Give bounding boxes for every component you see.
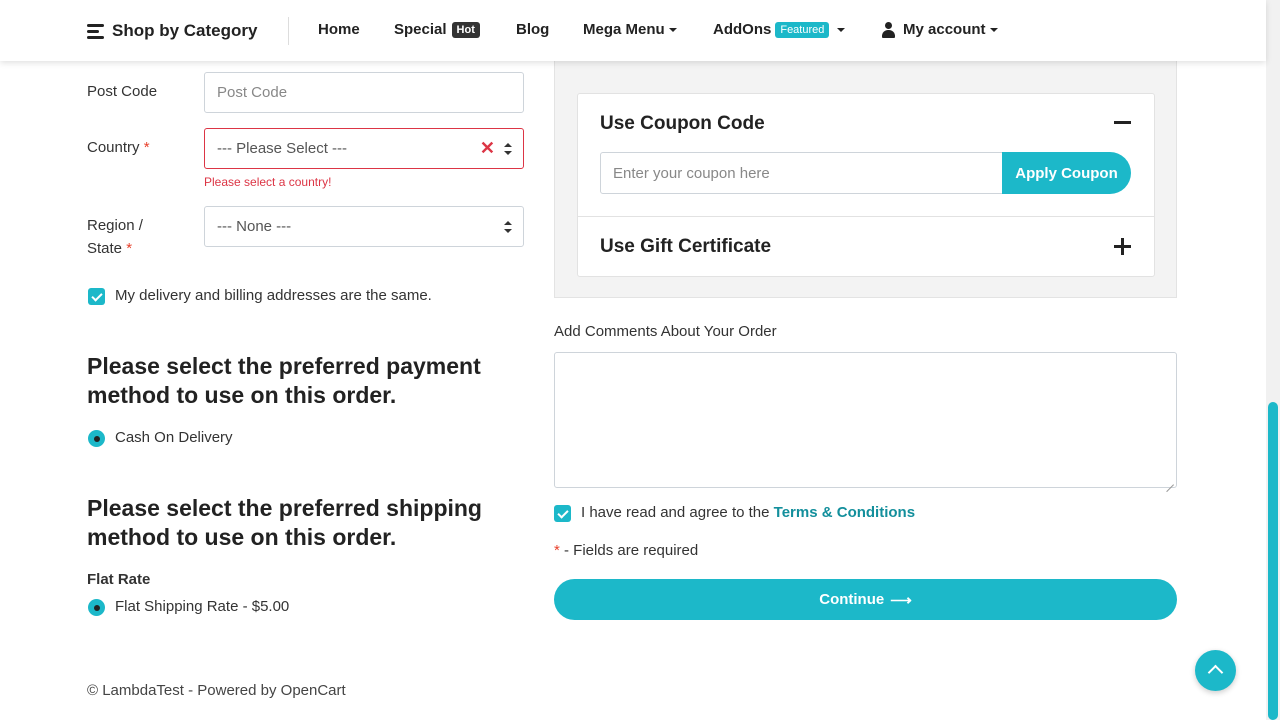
- hot-badge: Hot: [451, 21, 480, 38]
- terms-link[interactable]: Terms & Conditions: [774, 504, 915, 521]
- cash-on-delivery-label: Cash On Delivery: [115, 429, 233, 446]
- required-note-text: - Fields are required: [564, 542, 699, 559]
- select-arrows-icon: [504, 221, 512, 233]
- nav-blog[interactable]: Blog: [516, 21, 549, 38]
- required-mark: *: [126, 240, 133, 257]
- coupon-placeholder: Enter your coupon here: [613, 164, 770, 182]
- nav-my-account[interactable]: My account: [882, 21, 998, 38]
- same-address-checkbox[interactable]: [88, 288, 105, 305]
- terms-checkbox[interactable]: [554, 505, 571, 522]
- nav-special-label: Special: [394, 21, 447, 38]
- post-code-input[interactable]: Post Code: [204, 72, 524, 113]
- shipping-heading-line2: method to use on this order.: [87, 524, 397, 550]
- payment-heading-line2: method to use on this order.: [87, 382, 397, 408]
- nav-blog-label: Blog: [516, 21, 550, 38]
- user-icon: [882, 21, 895, 38]
- resize-grip-icon[interactable]: [1166, 477, 1174, 485]
- flat-rate-group: Flat Rate: [87, 571, 151, 588]
- card-divider: [577, 216, 1155, 217]
- top-navbar: Shop by Category Home Special Hot Blog M…: [0, 0, 1266, 61]
- payment-heading: Please select the preferred payment meth…: [87, 352, 481, 410]
- comments-textarea[interactable]: [554, 352, 1177, 488]
- post-code-placeholder: Post Code: [217, 84, 288, 101]
- coupon-input[interactable]: Enter your coupon here: [600, 152, 1004, 194]
- region-label: Region / State *: [87, 214, 143, 260]
- comments-label: Add Comments About Your Order: [554, 323, 777, 340]
- flat-shipping-label: Flat Shipping Rate - $5.00: [115, 598, 290, 615]
- required-note: * - Fields are required: [554, 542, 698, 559]
- shop-by-category-label: Shop by Category: [112, 21, 258, 40]
- arrow-right-icon: ⟶: [890, 591, 912, 609]
- minus-icon[interactable]: [1114, 121, 1131, 124]
- terms-label: I have read and agree to the Terms & Con…: [581, 504, 915, 521]
- apply-coupon-button[interactable]: Apply Coupon: [1002, 152, 1131, 194]
- clear-icon: ✕: [479, 138, 495, 158]
- select-arrows-icon: [504, 143, 512, 155]
- nav-addons[interactable]: AddOns Featured: [713, 21, 846, 38]
- nav-special[interactable]: Special Hot: [394, 21, 480, 38]
- chevron-down-icon: [837, 27, 846, 32]
- region-label-line2: State: [87, 240, 123, 257]
- shipping-heading-line1: Please select the preferred shipping: [87, 495, 482, 521]
- shipping-heading: Please select the preferred shipping met…: [87, 494, 482, 552]
- chevron-down-icon: [668, 27, 677, 32]
- continue-button[interactable]: Continue ⟶: [554, 579, 1177, 620]
- same-address-label: My delivery and billing addresses are th…: [115, 287, 432, 304]
- nav-home[interactable]: Home: [318, 21, 360, 38]
- required-mark: *: [554, 542, 560, 559]
- country-select[interactable]: --- Please Select --- ✕: [204, 128, 524, 169]
- region-selected-value: --- None ---: [217, 218, 292, 235]
- country-label-text: Country: [87, 139, 140, 156]
- scrollbar-thumb[interactable]: [1268, 402, 1278, 720]
- footer-text: © LambdaTest - Powered by OpenCart: [87, 682, 346, 699]
- country-error: Please select a country!: [204, 175, 332, 189]
- post-code-label: Post Code: [87, 83, 158, 100]
- nav-home-label: Home: [318, 21, 360, 38]
- payment-heading-line1: Please select the preferred payment: [87, 353, 481, 379]
- gift-certificate-toggle[interactable]: Use Gift Certificate: [600, 236, 771, 258]
- region-select[interactable]: --- None ---: [204, 206, 524, 247]
- coupon-toggle[interactable]: Use Coupon Code: [600, 113, 765, 135]
- shop-by-category-button[interactable]: Shop by Category: [87, 21, 257, 41]
- featured-badge: Featured: [775, 21, 830, 38]
- nav-addons-label: AddOns: [713, 21, 772, 38]
- continue-label: Continue: [819, 591, 885, 608]
- flat-shipping-radio[interactable]: [88, 599, 105, 616]
- country-selected-value: --- Please Select ---: [217, 140, 348, 157]
- chevron-down-icon: [989, 27, 998, 32]
- nav-mega-menu[interactable]: Mega Menu: [583, 21, 677, 38]
- required-mark: *: [143, 139, 150, 156]
- terms-prefix: I have read and agree to the: [581, 504, 770, 521]
- nav-account-label: My account: [903, 21, 986, 38]
- cash-on-delivery-radio[interactable]: [88, 430, 105, 447]
- back-to-top-button[interactable]: [1195, 650, 1236, 691]
- nav-mega-menu-label: Mega Menu: [583, 21, 665, 38]
- nav-divider: [288, 17, 289, 45]
- region-label-line1: Region /: [87, 217, 143, 234]
- menu-icon: [87, 24, 104, 39]
- country-label: Country *: [87, 136, 150, 159]
